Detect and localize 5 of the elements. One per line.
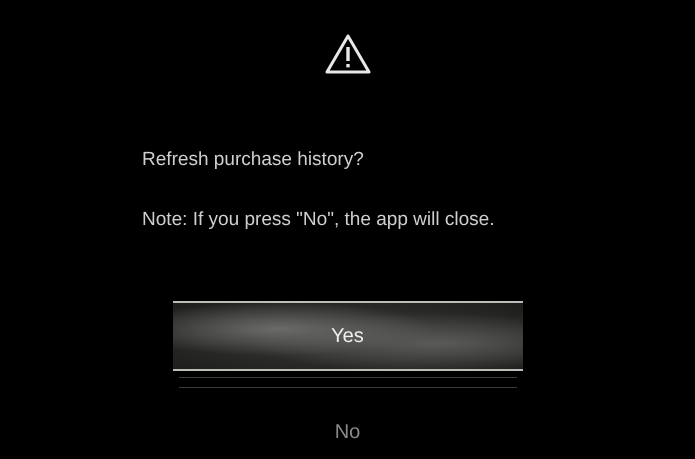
warning-icon (324, 33, 372, 75)
dialog-note: Note: If you press "No", the app will close. (142, 209, 494, 231)
yes-button[interactable]: Yes (172, 301, 522, 371)
no-button[interactable]: No (172, 412, 522, 452)
dialog-message: Refresh purchase history? (142, 149, 365, 171)
